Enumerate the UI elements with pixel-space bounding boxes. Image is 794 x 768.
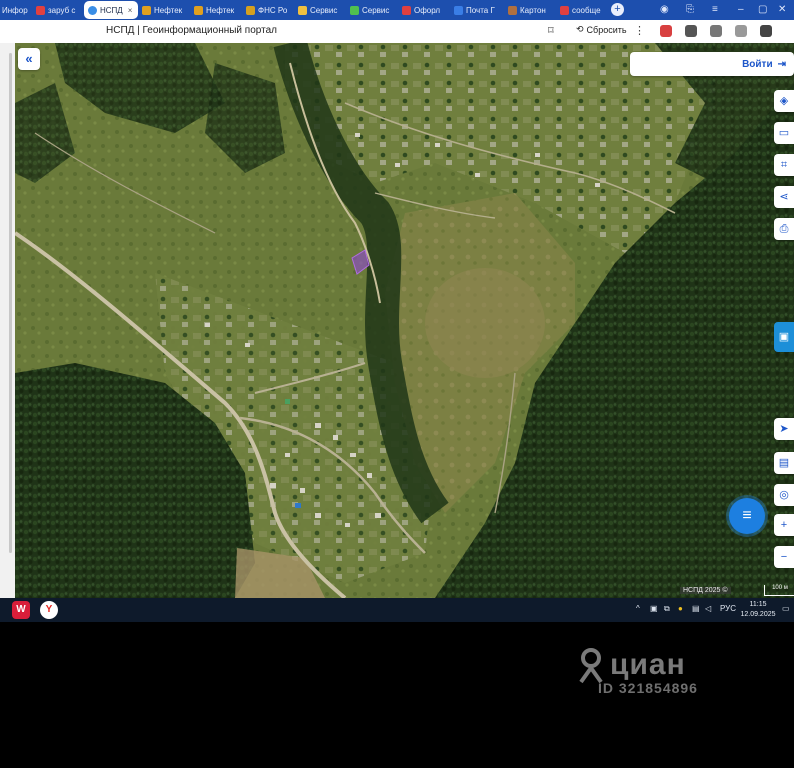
tab-favicon-icon bbox=[298, 5, 307, 15]
browser-tab[interactable]: Сервис bbox=[350, 2, 394, 18]
location-pin-icon bbox=[579, 648, 603, 684]
minimize-icon[interactable]: – bbox=[738, 3, 744, 17]
menu-icon[interactable]: ≡ bbox=[712, 3, 718, 17]
browser-tab[interactable]: Почта Г bbox=[454, 2, 498, 18]
extension-icon[interactable] bbox=[760, 25, 772, 37]
zoom-in-button[interactable]: + bbox=[774, 514, 794, 536]
browser-tab[interactable]: Нефтек bbox=[194, 2, 238, 18]
collapse-panel-button[interactable]: « bbox=[18, 48, 40, 70]
share-icon[interactable]: ⋖ bbox=[774, 186, 794, 208]
map-scale: 100 м bbox=[764, 585, 794, 596]
maximize-icon[interactable]: ▢ bbox=[758, 3, 767, 17]
tab-favicon-icon bbox=[508, 5, 517, 15]
browser-tab[interactable]: Инфор bbox=[2, 2, 30, 18]
more-options-icon[interactable]: ⋮ bbox=[634, 24, 645, 38]
ruler-icon[interactable]: ▭ bbox=[774, 122, 794, 144]
tab-favicon-icon bbox=[88, 5, 97, 15]
login-icon: ⇥ bbox=[777, 58, 786, 70]
clock[interactable]: 11:15 12.09.2025 bbox=[740, 600, 776, 620]
page-title[interactable]: НСПД | Геоинформационный портал bbox=[106, 25, 277, 36]
tab-favicon-icon bbox=[36, 5, 45, 15]
browser-tab[interactable]: Офорл bbox=[402, 2, 446, 18]
extension-icon[interactable] bbox=[685, 25, 697, 37]
notifications-icon[interactable]: ▭ bbox=[782, 604, 790, 613]
scrollbar[interactable] bbox=[9, 53, 12, 553]
close-tab-icon[interactable]: × bbox=[128, 6, 133, 15]
browser-tab-strip: Инфор заруб с НСПД × Нефтек Нефтек ФНС Ро… bbox=[0, 0, 794, 20]
basemap-icon[interactable]: ▤ bbox=[774, 452, 794, 474]
tab-favicon-icon bbox=[350, 5, 359, 15]
satellite-map[interactable]: НСПД 2025 © 100 м bbox=[15, 43, 794, 598]
map-copyright: НСПД 2025 © bbox=[680, 587, 731, 594]
watermark-id: ID 321854896 bbox=[598, 680, 698, 696]
new-tab-button[interactable]: + bbox=[611, 3, 624, 16]
close-window-icon[interactable]: ✕ bbox=[778, 3, 786, 17]
print-icon[interactable]: ⎙ bbox=[774, 218, 794, 240]
extension-icon[interactable] bbox=[660, 25, 672, 37]
locate-icon[interactable]: ➤ bbox=[774, 418, 794, 440]
browser-tab[interactable]: заруб с bbox=[36, 2, 78, 18]
browser-tab[interactable]: ФНС Ро bbox=[246, 2, 292, 18]
tray-chevron-icon[interactable]: ^ bbox=[636, 604, 640, 613]
page-scroll-area bbox=[0, 43, 15, 598]
volume-icon[interactable]: ◁ bbox=[705, 604, 711, 613]
profile-icon[interactable]: ◉ bbox=[660, 3, 669, 17]
tab-favicon-icon bbox=[246, 5, 255, 15]
network-icon[interactable]: ▤ bbox=[692, 604, 700, 613]
input-language[interactable]: РУС bbox=[720, 604, 736, 613]
tab-favicon-icon bbox=[194, 5, 203, 15]
watermark-logo: циан bbox=[578, 646, 686, 684]
extension-icon[interactable] bbox=[735, 25, 747, 37]
tray-app-icon[interactable]: ● bbox=[678, 604, 683, 613]
extension-icon[interactable] bbox=[710, 25, 722, 37]
downloads-icon[interactable]: ⎘ bbox=[686, 3, 694, 17]
legend-icon[interactable]: ▣ bbox=[774, 322, 794, 352]
tab-favicon-icon bbox=[142, 5, 151, 15]
browser-tab[interactable]: Сервис bbox=[298, 2, 344, 18]
reset-icon: ⟲ bbox=[576, 24, 584, 34]
yandex-browser-icon[interactable]: Y bbox=[40, 601, 58, 619]
address-bar: НСПД | Геоинформационный портал ⌑ ⟲ Сброс… bbox=[0, 20, 794, 44]
browser-tab[interactable]: Картон bbox=[508, 2, 552, 18]
layers-icon[interactable]: ◈ bbox=[774, 90, 794, 112]
tab-favicon-icon bbox=[560, 5, 569, 15]
tray-app-icon[interactable]: ⧉ bbox=[664, 604, 670, 614]
login-button[interactable]: Войти ⇥ bbox=[630, 52, 794, 76]
bookmark-icon[interactable]: ⌑ bbox=[548, 24, 554, 38]
tab-favicon-icon bbox=[454, 5, 463, 15]
browser-tab[interactable]: Нефтек bbox=[142, 2, 186, 18]
chat-icon[interactable]: ≡ bbox=[729, 498, 765, 534]
reset-button[interactable]: ⟲ Сбросить bbox=[576, 24, 627, 35]
area-select-icon[interactable]: ⌗ bbox=[774, 154, 794, 176]
zoom-out-button[interactable]: − bbox=[774, 546, 794, 568]
os-taskbar: W Y ^ ▣ ⧉ ● ▤ ◁ РУС 11:15 12.09.2025 ▭ bbox=[0, 598, 794, 622]
browser-tab[interactable]: сообще bbox=[560, 2, 604, 18]
satellite-imagery bbox=[15, 43, 794, 598]
browser-tab-active[interactable]: НСПД × bbox=[84, 1, 138, 19]
tab-favicon-icon bbox=[402, 5, 411, 15]
wps-app-icon[interactable]: W bbox=[12, 601, 30, 619]
tray-app-icon[interactable]: ▣ bbox=[650, 604, 658, 613]
geolocation-icon[interactable]: ◎ bbox=[774, 484, 794, 506]
